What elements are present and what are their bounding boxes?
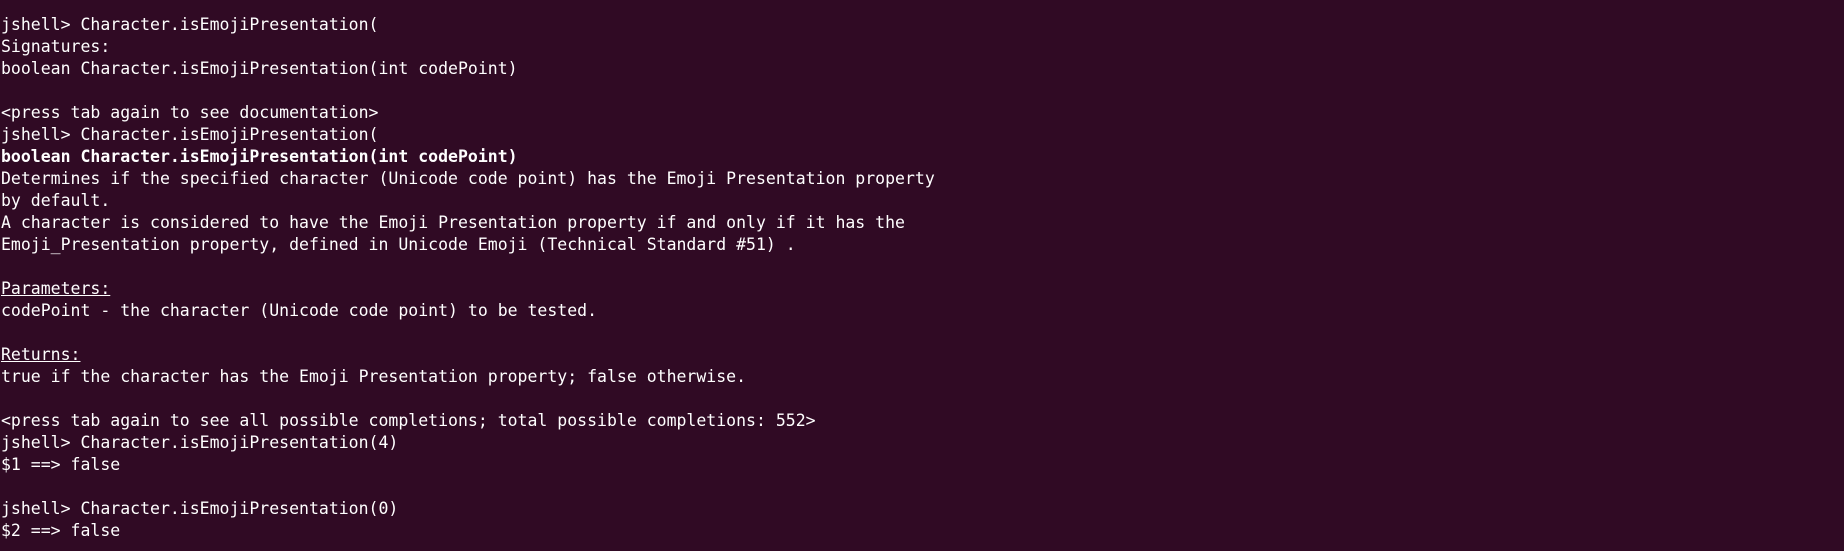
terminal-line: Parameters: xyxy=(1,278,935,300)
terminal-output: jshell> Character.isEmojiPresentation( Si… xyxy=(1,0,935,542)
section-heading: Returns: xyxy=(1,345,81,364)
terminal-line xyxy=(1,0,935,14)
terminal-line: codePoint - the character (Unicode code … xyxy=(1,300,935,322)
line-text: A character is considered to have the Em… xyxy=(1,213,905,232)
terminal-line: $2 ==> false xyxy=(1,520,935,542)
section-heading: Parameters: xyxy=(1,279,111,298)
terminal-line: <press tab again to see all possible com… xyxy=(1,410,935,432)
terminal-line: jshell> Character.isEmojiPresentation( xyxy=(1,124,935,146)
terminal-window[interactable]: jshell> Character.isEmojiPresentation( Si… xyxy=(0,0,1844,551)
terminal-line: $1 ==> false xyxy=(1,454,935,476)
line-text: jshell> Character.isEmojiPresentation(4) xyxy=(1,433,399,452)
terminal-line: Returns: xyxy=(1,344,935,366)
line-text: by default. xyxy=(1,191,111,210)
terminal-line: boolean Character.isEmojiPresentation(in… xyxy=(1,58,935,80)
line-text: <press tab again to see documentation> xyxy=(1,103,379,122)
line-text: true if the character has the Emoji Pres… xyxy=(1,367,747,386)
line-text: Signatures: xyxy=(1,37,111,56)
line-text: boolean Character.isEmojiPresentation(in… xyxy=(1,59,518,78)
terminal-line: A character is considered to have the Em… xyxy=(1,212,935,234)
line-text: $1 ==> false xyxy=(1,455,121,474)
terminal-line: true if the character has the Emoji Pres… xyxy=(1,366,935,388)
line-text: Emoji_Presentation property, defined in … xyxy=(1,235,796,254)
terminal-line: jshell> Character.isEmojiPresentation( xyxy=(1,14,935,36)
line-text: <press tab again to see all possible com… xyxy=(1,411,816,430)
line-text: Determines if the specified character (U… xyxy=(1,169,935,188)
line-text: jshell> Character.isEmojiPresentation( xyxy=(1,125,379,144)
terminal-line: <press tab again to see documentation> xyxy=(1,102,935,124)
line-text: codePoint - the character (Unicode code … xyxy=(1,301,598,320)
line-text: boolean Character.isEmojiPresentation(in… xyxy=(1,147,518,166)
terminal-line: jshell> Character.isEmojiPresentation(0) xyxy=(1,498,935,520)
line-text xyxy=(1,0,61,12)
line-text: jshell> Character.isEmojiPresentation( xyxy=(1,15,379,34)
line-text: $2 ==> false xyxy=(1,521,121,540)
terminal-line: by default. xyxy=(1,190,935,212)
terminal-line: Emoji_Presentation property, defined in … xyxy=(1,234,935,256)
terminal-line: Signatures: xyxy=(1,36,935,58)
terminal-line: jshell> Character.isEmojiPresentation(4) xyxy=(1,432,935,454)
terminal-line: Determines if the specified character (U… xyxy=(1,168,935,190)
line-text: jshell> Character.isEmojiPresentation(0) xyxy=(1,499,399,518)
terminal-line: boolean Character.isEmojiPresentation(in… xyxy=(1,146,935,168)
